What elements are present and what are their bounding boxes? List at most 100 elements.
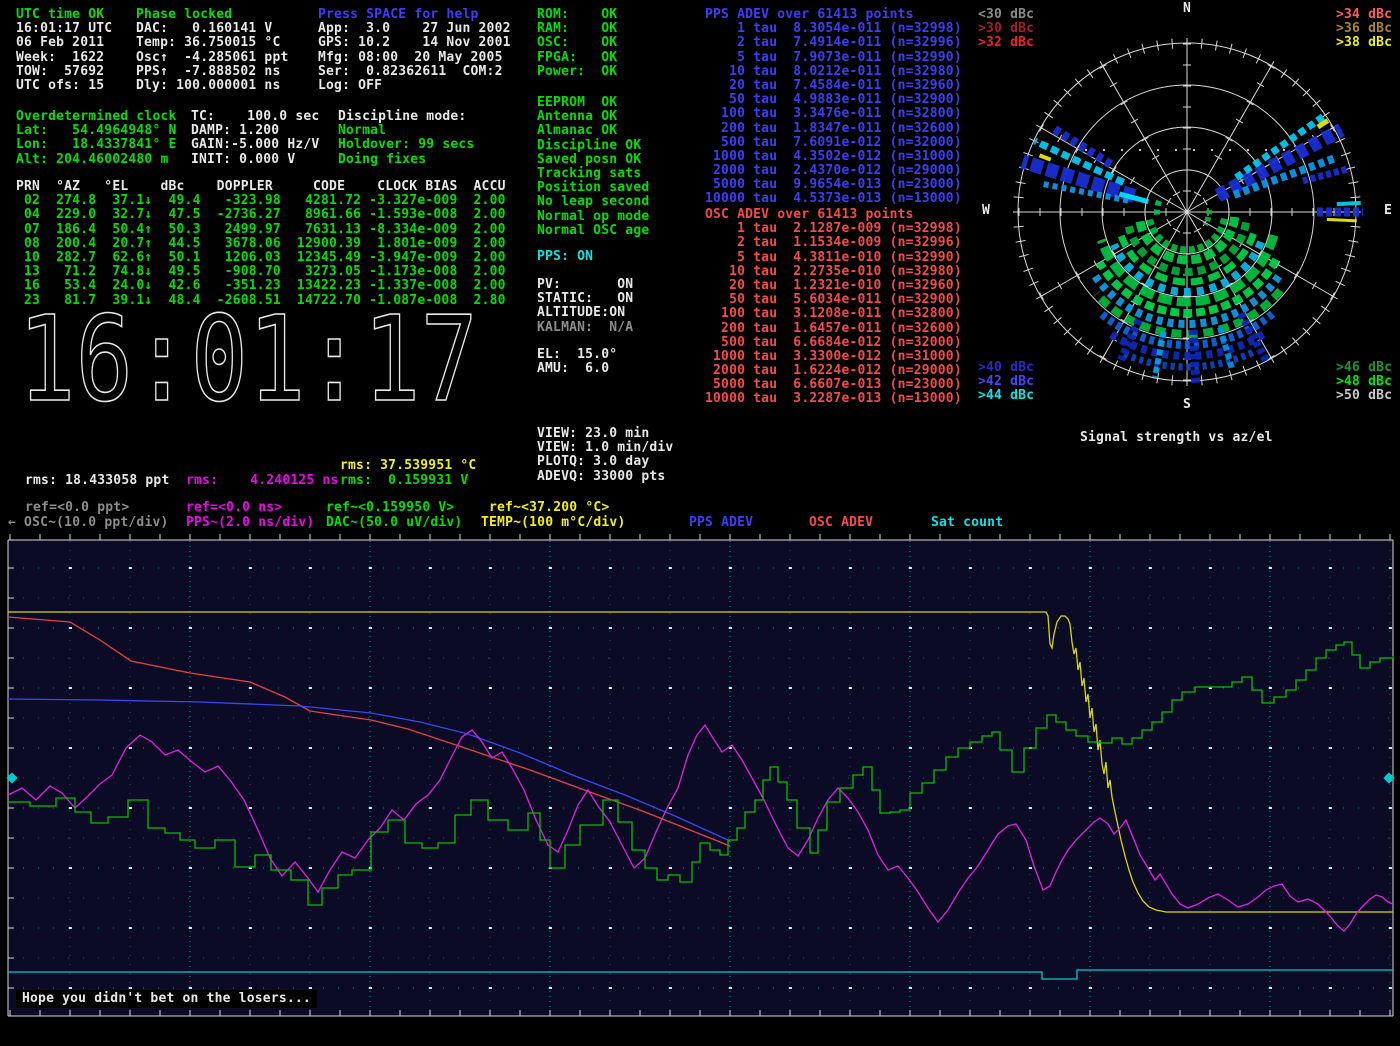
text-line: 50 tau 4.9883e-011 (n=32900): [705, 93, 962, 107]
text-line: 2 tau 1.1534e-009 (n=32996): [705, 236, 962, 250]
text-line: RAM: OK: [537, 22, 617, 36]
text-line: 1000 tau 4.3502e-012 (n=31000): [705, 150, 962, 164]
text-line: 500 tau 7.6091e-012 (n=32000): [705, 136, 962, 150]
scale-osc: ← OSC~(10.0 ppt/div): [8, 516, 169, 530]
compass-e: E: [1384, 204, 1392, 218]
text-line: 16 53.4 24.0↓ 42.6 -351.23 13422.23 -1.3…: [16, 279, 506, 293]
legend-gt44: >44 dBc: [978, 389, 1034, 403]
position-lines: Lat: 54.4964948° NLon: 18.4337841° EAlt:…: [16, 124, 177, 167]
text-line: 23 81.7 39.1↓ 48.4 -2608.51 14722.70 -1.…: [16, 294, 506, 308]
text-line: 200 tau 1.8347e-011 (n=32600): [705, 122, 962, 136]
text-line: Doing fixes: [338, 153, 474, 167]
lady-heather-screen: { "blocks": { "utc": {"title":"UTC time …: [0, 0, 1400, 1046]
text-line: ADEVQ: 33000 pts: [537, 470, 673, 484]
scale-pps: PPS~(2.0 ns/div): [186, 516, 314, 530]
text-line: 200 tau 1.6457e-011 (n=32600): [705, 322, 962, 336]
sat-table: PRN °AZ °EL dBc DOPPLER CODE CLOCK BIAS …: [16, 180, 506, 308]
label-osc-adev: OSC ADEV: [809, 516, 873, 530]
discipline-mode-lines: NormalHoldover: 99 secsDoing fixes: [338, 124, 474, 167]
text-line: Log: OFF: [318, 79, 511, 93]
view-block: VIEW: 23.0 minVIEW: 1.0 min/divPLOTQ: 3.…: [537, 427, 673, 484]
text-line: 5 tau 4.3811e-010 (n=32990): [705, 251, 962, 265]
text-line: 5000 tau 9.9654e-013 (n=23000): [705, 178, 962, 192]
text-line: 5000 tau 6.6607e-013 (n=23000): [705, 378, 962, 392]
overdetermined-block: Overdetermined clock Lat: 54.4964948° NL…: [16, 110, 177, 167]
signal-blob: [1327, 219, 1357, 221]
text-line: 07 186.4 50.4↑ 50.3 2499.97 7631.13 -8.3…: [16, 223, 506, 237]
text-line: Week: 1622: [16, 51, 112, 65]
utc-status-block: UTC time OK 16:01:17 UTC06 Feb 2011Week:…: [16, 8, 112, 93]
text-line: DAC: 0.160141 V: [136, 22, 289, 36]
ref-osc: ref=<0.0 ppt>: [25, 501, 129, 515]
text-line: Antenna OK: [537, 110, 649, 124]
text-line: PLOTQ: 3.0 day: [537, 455, 673, 469]
utc-status-title: UTC time OK: [16, 8, 112, 22]
scale-temp: TEMP~(100 m°C/div): [481, 516, 625, 530]
signal-blob: [1193, 330, 1196, 384]
fix-mode-lines: PV: ONSTATIC: ONALTITUDE:ON: [537, 278, 633, 321]
text-line: Normal op mode: [537, 210, 649, 224]
loop-params-block: TC: 100.0 secDAMP: 1.200GAIN:-5.000 Hz/V…: [191, 110, 319, 167]
text-line: 1000 tau 3.3300e-012 (n=31000): [705, 350, 962, 364]
kalman-block: KALMAN: N/A: [537, 321, 633, 335]
pps-adev-rows: 1 tau 8.3054e-011 (n=32998) 2 tau 7.4914…: [705, 22, 962, 206]
history-plot: [6, 534, 1394, 1016]
text-line: 10 282.7 62.6↑ 50.1 1206.03 12345.49 -3.…: [16, 251, 506, 265]
text-line: 10000 tau 4.5373e-013 (n=13000): [705, 192, 962, 206]
text-line: Power: OK: [537, 65, 617, 79]
text-line: PPS↑ -7.888502 ns: [136, 65, 289, 79]
label-sat-count: Sat count: [931, 516, 1003, 530]
sat-table-rows: 02 274.8 37.1↓ 49.4 -323.98 4281.72 -3.3…: [16, 194, 506, 308]
text-line: UTC ofs: 15: [16, 79, 112, 93]
text-line: TC: 100.0 sec: [191, 110, 319, 124]
text-line: GPS: 10.2 14 Nov 2001: [318, 36, 511, 50]
text-line: Discipline OK: [537, 139, 649, 153]
loop-params-lines: TC: 100.0 secDAMP: 1.200GAIN:-5.000 Hz/V…: [191, 110, 319, 167]
signal-blob: [1337, 203, 1361, 204]
text-line: 2000 tau 2.4370e-012 (n=29000): [705, 164, 962, 178]
text-line: GAIN:-5.000 Hz/V: [191, 138, 319, 152]
text-line: 02 274.8 37.1↓ 49.4 -323.98 4281.72 -3.3…: [16, 194, 506, 208]
text-line: Saved posn OK: [537, 153, 649, 167]
text-line: 04 229.0 32.7↓ 47.5 -2736.27 8961.66 -1.…: [16, 208, 506, 222]
fix-mode-block: PV: ONSTATIC: ONALTITUDE:ON: [537, 278, 633, 321]
text-line: 1 tau 8.3054e-011 (n=32998): [705, 22, 962, 36]
phase-block: Phase locked DAC: 0.160141 VTemp: 36.750…: [136, 8, 289, 93]
text-line: No leap second: [537, 195, 649, 209]
big-clock: 16:01:17: [18, 290, 478, 428]
legend-gt32: >32 dBc: [978, 36, 1034, 50]
text-line: 10 tau 2.2735e-010 (n=32980): [705, 265, 962, 279]
discipline-mode-block: Discipline mode: NormalHoldover: 99 secs…: [338, 110, 474, 167]
polar-title: Signal strength vs az/el: [1080, 431, 1273, 445]
text-line: 1 tau 2.1287e-009 (n=32998): [705, 222, 962, 236]
text-line: STATIC: ON: [537, 292, 633, 306]
text-line: ALTITUDE:ON: [537, 306, 633, 320]
text-line: FPGA: OK: [537, 51, 617, 65]
text-line: 10000 tau 3.2287e-013 (n=13000): [705, 392, 962, 406]
ref-temp: ref~<37.200 °C>: [489, 501, 609, 515]
text-line: VIEW: 23.0 min: [537, 427, 673, 441]
text-line: 20 tau 7.4584e-011 (n=32960): [705, 79, 962, 93]
rms-osc: rms: 18.433058 ppt: [25, 474, 169, 488]
text-line: Normal OSC age: [537, 224, 649, 238]
receiver-info-lines: App: 3.0 27 Jun 2002GPS: 10.2 14 Nov 200…: [318, 22, 511, 93]
overdetermined-title: Overdetermined clock: [16, 110, 177, 124]
text-line: ROM: OK: [537, 8, 617, 22]
text-line: Mfg: 08:00 20 May 2005: [318, 51, 511, 65]
text-line: Alt: 204.46002480 m: [16, 153, 177, 167]
scale-dac: DAC~(50.0 uV/div): [326, 516, 462, 530]
text-line: AMU: 6.0: [537, 362, 617, 376]
ref-pps: ref=<0.0 ns>: [186, 501, 282, 515]
mask-lines: EL: 15.0°AMU: 6.0: [537, 348, 617, 376]
text-line: INIT: 0.000 V: [191, 153, 319, 167]
sat-table-header: PRN °AZ °EL dBc DOPPLER CODE CLOCK BIAS …: [16, 180, 506, 194]
text-line: Osc↑ -4.285061 ppt: [136, 51, 289, 65]
osc-adev-title: OSC ADEV over 61413 points: [705, 208, 962, 222]
text-line: EEPROM OK: [537, 96, 649, 110]
text-line: App: 3.0 27 Jun 2002: [318, 22, 511, 36]
text-line: Lon: 18.4337841° E: [16, 138, 177, 152]
text-line: 08 200.4 20.7↑ 44.5 3678.06 12900.39 1.8…: [16, 237, 506, 251]
label-pps-adev: PPS ADEV: [689, 516, 753, 530]
text-line: PV: ON: [537, 278, 633, 292]
text-line: Dly: 100.000001 ns: [136, 79, 289, 93]
